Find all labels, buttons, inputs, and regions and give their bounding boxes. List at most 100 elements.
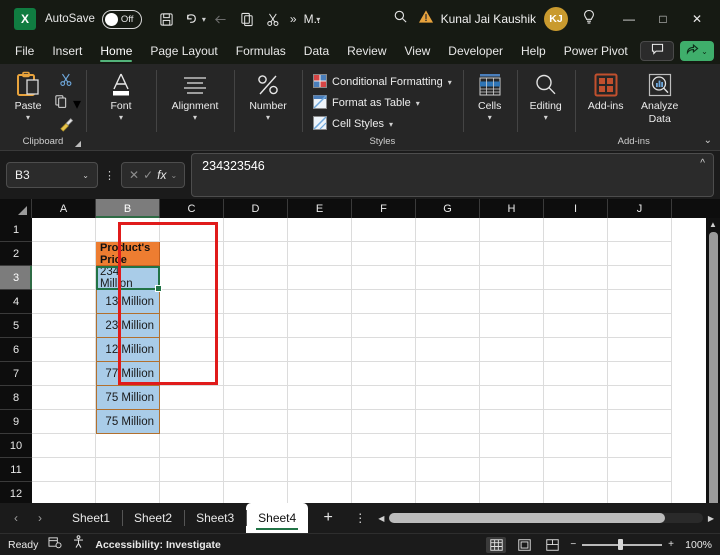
editing-button[interactable]: Editing ▾ — [522, 67, 570, 122]
cell-E6[interactable] — [288, 338, 352, 362]
comments-button[interactable] — [640, 41, 674, 61]
cell-E3[interactable] — [288, 266, 352, 290]
cell-E5[interactable] — [288, 314, 352, 338]
cell-J12[interactable] — [608, 482, 672, 503]
row-header-11[interactable]: 11 — [0, 458, 32, 482]
cell-F8[interactable] — [352, 386, 416, 410]
clipboard-dialog-launcher-icon[interactable]: ◢ — [75, 139, 81, 148]
autosave-toggle[interactable]: Off — [102, 10, 142, 29]
page-layout-icon[interactable] — [514, 537, 534, 553]
cell-H3[interactable] — [480, 266, 544, 290]
add-sheet-button[interactable]: + — [308, 503, 348, 533]
cell-D12[interactable] — [224, 482, 288, 503]
row-header-5[interactable]: 5 — [0, 314, 32, 338]
horizontal-scrollbar[interactable]: ◀ ▶ — [372, 503, 720, 533]
cell-G5[interactable] — [416, 314, 480, 338]
cell-A10[interactable] — [32, 434, 96, 458]
cell-D2[interactable] — [224, 242, 288, 266]
sheet-tab-sheet4[interactable]: Sheet4 — [246, 503, 308, 533]
cell-J8[interactable] — [608, 386, 672, 410]
cell-A2[interactable] — [32, 242, 96, 266]
cell-D8[interactable] — [224, 386, 288, 410]
scroll-left-icon[interactable]: ◀ — [378, 514, 384, 523]
cell-A9[interactable] — [32, 410, 96, 434]
cell-D9[interactable] — [224, 410, 288, 434]
addins-button[interactable]: Add-ins — [580, 67, 632, 113]
row-header-2[interactable]: 2 — [0, 242, 32, 266]
tab-file[interactable]: File — [6, 38, 43, 64]
cell-F2[interactable] — [352, 242, 416, 266]
cell-F5[interactable] — [352, 314, 416, 338]
cell-A4[interactable] — [32, 290, 96, 314]
qat-more-commands-icon[interactable]: » — [286, 12, 300, 26]
share-button[interactable]: ⌄ — [680, 41, 714, 61]
zoom-level[interactable]: 100% — [682, 539, 712, 551]
sheet-tab-sheet3[interactable]: Sheet3 — [184, 503, 246, 533]
cell-J9[interactable] — [608, 410, 672, 434]
cell-B11[interactable] — [96, 458, 160, 482]
maximize-button[interactable]: □ — [646, 4, 680, 34]
formula-input[interactable]: 234323546 ^ — [191, 153, 714, 197]
cell-C12[interactable] — [160, 482, 224, 503]
cell-I7[interactable] — [544, 362, 608, 386]
cell-B8[interactable]: 75 Million — [96, 386, 160, 410]
zoom-out-button[interactable]: − — [570, 539, 576, 550]
zoom-slider-knob[interactable] — [618, 539, 623, 550]
tab-view[interactable]: View — [396, 38, 440, 64]
column-header-b[interactable]: B — [96, 199, 160, 218]
conditional-formatting-button[interactable]: Conditional Formatting ▾ — [307, 72, 458, 93]
cut-button[interactable] — [56, 72, 76, 91]
row-header-3[interactable]: 3 — [0, 266, 32, 290]
cell-B3[interactable]: 234 Million — [96, 266, 160, 290]
cell-F7[interactable] — [352, 362, 416, 386]
cell-I4[interactable] — [544, 290, 608, 314]
cell-A6[interactable] — [32, 338, 96, 362]
cell-J2[interactable] — [608, 242, 672, 266]
cell-D7[interactable] — [224, 362, 288, 386]
vertical-scrollbar[interactable]: ▲ — [706, 218, 720, 503]
row-header-12[interactable]: 12 — [0, 482, 32, 503]
ribbon-collapse-chevron-down-icon[interactable]: ⌄ — [704, 135, 712, 146]
row-header-7[interactable]: 7 — [0, 362, 32, 386]
cell-D11[interactable] — [224, 458, 288, 482]
save-icon[interactable] — [154, 6, 180, 32]
zoom-slider[interactable] — [582, 540, 662, 550]
accessibility-icon[interactable] — [72, 535, 85, 554]
cell-B12[interactable] — [96, 482, 160, 503]
cell-E7[interactable] — [288, 362, 352, 386]
cell-C5[interactable] — [160, 314, 224, 338]
cell-A3[interactable] — [32, 266, 96, 290]
cell-D10[interactable] — [224, 434, 288, 458]
number-chevron-down-icon[interactable]: ▾ — [266, 114, 270, 122]
cell-B2[interactable]: Product's Price — [96, 242, 160, 266]
cell-D3[interactable] — [224, 266, 288, 290]
format-as-table-button[interactable]: Format as Table ▾ — [307, 93, 426, 114]
cell-A12[interactable] — [32, 482, 96, 503]
cell-E12[interactable] — [288, 482, 352, 503]
row-header-1[interactable]: 1 — [0, 218, 32, 242]
cell-I6[interactable] — [544, 338, 608, 362]
cell-E9[interactable] — [288, 410, 352, 434]
column-header-i[interactable]: I — [544, 199, 608, 218]
cell-H2[interactable] — [480, 242, 544, 266]
cell-F1[interactable] — [352, 218, 416, 242]
normal-view-icon[interactable] — [486, 537, 506, 553]
cell-B6[interactable]: 12 Million — [96, 338, 160, 362]
cell-D4[interactable] — [224, 290, 288, 314]
cell-H9[interactable] — [480, 410, 544, 434]
cell-G4[interactable] — [416, 290, 480, 314]
cell-G10[interactable] — [416, 434, 480, 458]
cell-C2[interactable] — [160, 242, 224, 266]
cell-G12[interactable] — [416, 482, 480, 503]
row-header-4[interactable]: 4 — [0, 290, 32, 314]
undo-dropdown-chevron-down-icon[interactable]: ▾ — [202, 15, 206, 24]
scroll-right-icon[interactable]: ▶ — [708, 514, 714, 523]
cell-E8[interactable] — [288, 386, 352, 410]
cell-D1[interactable] — [224, 218, 288, 242]
cell-C3[interactable] — [160, 266, 224, 290]
select-all-corner[interactable] — [0, 199, 32, 218]
cell-I12[interactable] — [544, 482, 608, 503]
tab-power-pivot[interactable]: Power Pivot — [555, 38, 637, 64]
cell-J1[interactable] — [608, 218, 672, 242]
conditional-formatting-chevron-down-icon[interactable]: ▾ — [448, 78, 452, 87]
